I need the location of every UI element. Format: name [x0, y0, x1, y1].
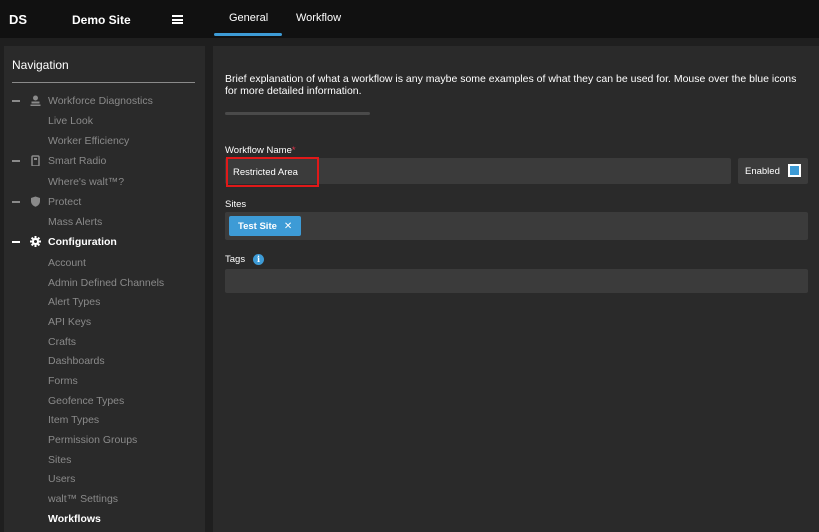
hamburger-menu-icon[interactable]	[172, 15, 183, 24]
enabled-toggle[interactable]: Enabled	[738, 158, 808, 184]
sidebar-item-api-keys[interactable]: API Keys	[48, 316, 91, 328]
enabled-checkbox[interactable]	[788, 164, 801, 177]
tab-general[interactable]: General	[229, 12, 268, 24]
nav-divider	[12, 82, 195, 83]
sidebar-item-users[interactable]: Users	[48, 473, 75, 485]
sidebar-item-crafts[interactable]: Crafts	[48, 336, 76, 348]
sidebar-item-mass-alerts[interactable]: Mass Alerts	[48, 216, 102, 228]
tags-input[interactable]	[225, 269, 808, 293]
sidebar-item-forms[interactable]: Forms	[48, 375, 78, 387]
enabled-label: Enabled	[745, 166, 780, 177]
sites-label: Sites	[225, 199, 247, 210]
sidebar-item-protect[interactable]: Protect	[48, 196, 81, 208]
info-icon[interactable]: i	[253, 254, 264, 265]
sidebar-item-wheres-walt[interactable]: Where's walt™?	[48, 176, 124, 188]
sidebar-item-smart-radio[interactable]: Smart Radio	[48, 155, 106, 167]
sidebar-item-walt-settings[interactable]: walt™ Settings	[48, 493, 118, 505]
sidebar-item-admin-defined-channels[interactable]: Admin Defined Channels	[48, 277, 164, 289]
sidebar-item-sites[interactable]: Sites	[48, 454, 71, 466]
tab-workflow[interactable]: Workflow	[296, 12, 341, 24]
sidebar-item-permission-groups[interactable]: Permission Groups	[48, 434, 137, 446]
site-chip[interactable]: Test Site ✕	[229, 216, 302, 236]
workflow-name-label: Workflow Name*	[225, 145, 296, 156]
collapse-icon[interactable]	[12, 201, 20, 203]
sidebar: Navigation Workforce Diagnostics Live Lo…	[4, 46, 205, 532]
sidebar-item-workforce-diagnostics[interactable]: Workforce Diagnostics	[48, 95, 153, 107]
site-name: Demo Site	[72, 13, 131, 27]
sites-input[interactable]	[225, 212, 808, 240]
main-panel: Brief explanation of what a workflow is …	[213, 46, 819, 532]
highlight-box	[226, 157, 319, 187]
tags-label: Tags	[225, 254, 246, 265]
sidebar-item-account[interactable]: Account	[48, 257, 86, 269]
required-mark: *	[291, 145, 296, 156]
nav-title: Navigation	[12, 58, 69, 72]
person-icon	[30, 95, 41, 106]
intro-text: Brief explanation of what a workflow is …	[225, 73, 797, 97]
sidebar-item-configuration[interactable]: Configuration	[48, 236, 117, 248]
sidebar-item-live-look[interactable]: Live Look	[48, 115, 93, 127]
brand-abbr: DS	[9, 12, 28, 27]
shield-icon	[31, 196, 40, 207]
sidebar-item-worker-efficiency[interactable]: Worker Efficiency	[48, 135, 129, 147]
active-tab-indicator	[214, 33, 282, 36]
tab-bar: General Workflow	[206, 0, 819, 38]
collapse-icon[interactable]	[12, 241, 20, 243]
sidebar-item-alert-types[interactable]: Alert Types	[48, 296, 100, 308]
sidebar-item-item-types[interactable]: Item Types	[48, 414, 99, 426]
sidebar-item-workflows[interactable]: Workflows	[48, 513, 101, 525]
collapse-icon[interactable]	[12, 160, 20, 162]
site-chip-label: Test Site	[238, 220, 277, 232]
brand-bar: DS Demo Site	[0, 0, 206, 38]
sidebar-item-geofence-types[interactable]: Geofence Types	[48, 395, 124, 407]
sidebar-item-dashboards[interactable]: Dashboards	[48, 355, 105, 367]
remove-chip-icon[interactable]: ✕	[284, 221, 292, 232]
gear-icon	[30, 236, 41, 247]
collapse-icon[interactable]	[12, 100, 20, 102]
intro-divider	[225, 112, 370, 115]
radio-icon	[31, 155, 40, 166]
